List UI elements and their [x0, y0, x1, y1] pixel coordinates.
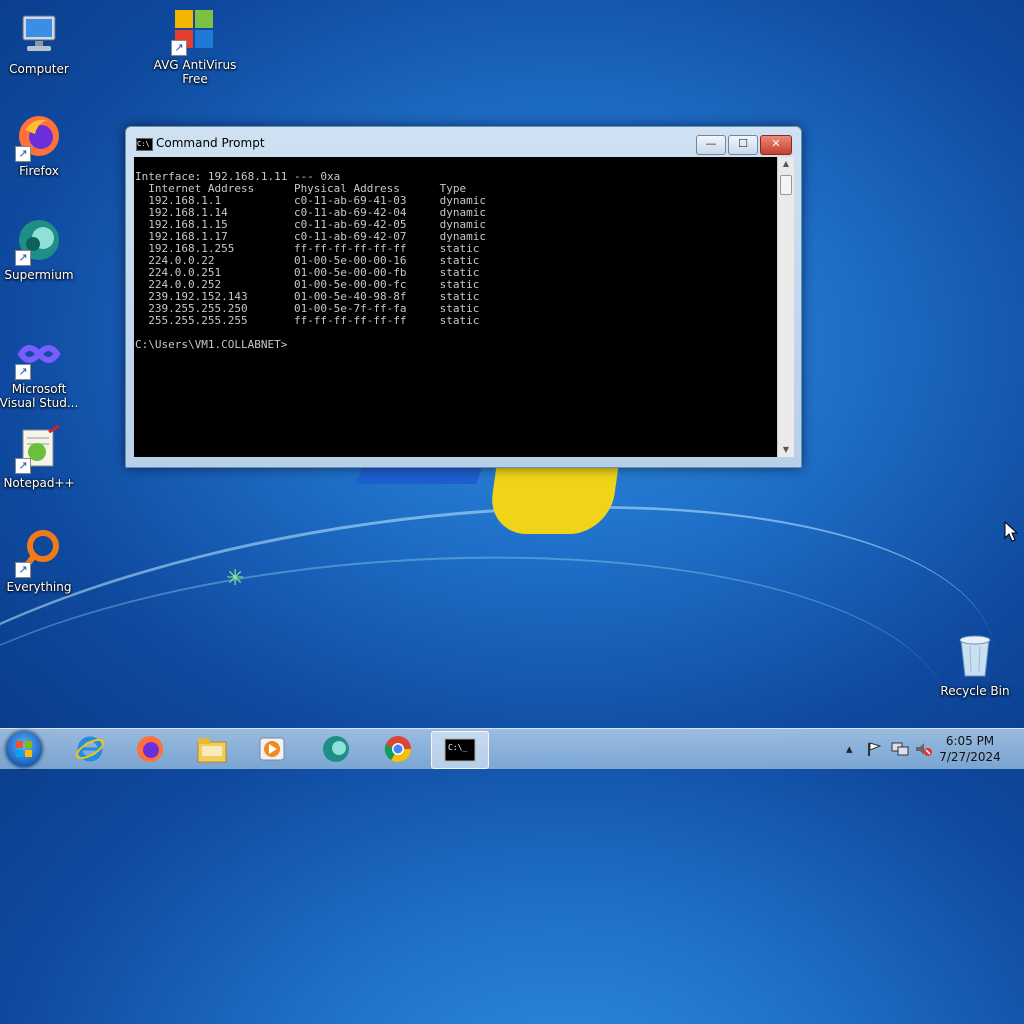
- chevron-up-icon: ▴: [846, 741, 853, 757]
- shortcut-arrow-icon: ↗: [15, 458, 31, 474]
- shortcut-arrow-icon: ↗: [171, 40, 187, 56]
- start-button[interactable]: [6, 731, 42, 767]
- minimize-button[interactable]: —: [696, 135, 726, 155]
- taskbar-media-player[interactable]: [244, 731, 300, 767]
- computer-icon: [15, 10, 63, 58]
- desktop-icon-computer[interactable]: Computer: [0, 10, 81, 76]
- shortcut-arrow-icon: ↗: [15, 250, 31, 266]
- scroll-down-arrow-icon[interactable]: ▼: [778, 443, 794, 457]
- taskbar-file-explorer[interactable]: [184, 731, 240, 767]
- close-button[interactable]: ✕: [760, 135, 792, 155]
- internet-explorer-icon: [75, 736, 105, 762]
- scroll-thumb[interactable]: [780, 175, 792, 195]
- network-icon[interactable]: [891, 729, 909, 769]
- window-titlebar[interactable]: C:\ Command Prompt — ☐ ✕: [126, 127, 801, 157]
- recycle-bin-icon: [951, 632, 999, 680]
- system-clock[interactable]: 6:05 PM 7/27/2024: [930, 733, 1010, 765]
- desktop-icon-label: Microsoft Visual Stud...: [0, 382, 79, 410]
- firefox-icon: [137, 736, 163, 762]
- supermium-icon: ↗: [15, 216, 63, 266]
- taskbar: C:\_ ▴ 6:05 PM 7/27/2024: [0, 728, 1024, 769]
- desktop-icon-label: Computer: [9, 62, 69, 76]
- cmd-icon: C:\: [136, 138, 153, 151]
- desktop-icon-label: AVG AntiVirus Free: [153, 58, 237, 86]
- mouse-cursor-icon: [1004, 521, 1018, 542]
- desktop-icon-visual-studio[interactable]: ↗ Microsoft Visual Stud...: [0, 330, 81, 410]
- chrome-icon: [384, 736, 412, 763]
- media-player-icon: [259, 737, 285, 761]
- wallpaper-leaf: ✳: [226, 566, 245, 591]
- firefox-icon: ↗: [15, 112, 63, 162]
- notepadpp-icon: ↗: [15, 424, 63, 474]
- console-output[interactable]: Interface: 192.168.1.11 --- 0xa Internet…: [134, 157, 777, 457]
- windows-logo-icon: [16, 741, 32, 757]
- desktop-icon-recycle-bin[interactable]: Recycle Bin: [933, 632, 1017, 698]
- window-title: Command Prompt: [156, 136, 265, 150]
- taskbar-internet-explorer[interactable]: [62, 731, 118, 767]
- desktop-icon-avg[interactable]: ↗ AVG AntiVirus Free: [153, 6, 237, 86]
- supermium-icon: [323, 736, 349, 762]
- clock-time: 6:05 PM: [945, 734, 995, 748]
- desktop-icon-everything[interactable]: ↗ Everything: [0, 528, 81, 594]
- everything-search-icon: ↗: [15, 528, 63, 578]
- taskbar-supermium[interactable]: [308, 731, 364, 767]
- desktop-icon-label: Notepad++: [3, 476, 75, 490]
- taskbar-command-prompt[interactable]: C:\_: [431, 731, 489, 769]
- desktop-icon-firefox[interactable]: ↗ Firefox: [0, 112, 81, 178]
- show-hidden-icons-button[interactable]: ▴: [846, 729, 853, 769]
- vertical-scrollbar[interactable]: ▲ ▼: [777, 157, 794, 457]
- command-prompt-icon: C:\_: [444, 738, 476, 762]
- taskbar-chrome[interactable]: [370, 731, 426, 767]
- desktop-icon-label: Recycle Bin: [940, 684, 1010, 698]
- desktop-icon-notepadpp[interactable]: ↗ Notepad++: [0, 424, 81, 490]
- clock-date: 7/27/2024: [939, 750, 1001, 764]
- visual-studio-icon: ↗: [15, 330, 63, 380]
- avg-antivirus-icon: ↗: [171, 6, 219, 56]
- shortcut-arrow-icon: ↗: [15, 562, 31, 578]
- shortcut-arrow-icon: ↗: [15, 146, 31, 162]
- svg-text:C:\_: C:\_: [448, 743, 467, 752]
- desktop-icon-label: Supermium: [4, 268, 74, 282]
- console-text: Interface: 192.168.1.11 --- 0xa Internet…: [135, 170, 486, 351]
- desktop-icon-supermium[interactable]: ↗ Supermium: [0, 216, 81, 282]
- action-center-icon[interactable]: [866, 729, 882, 769]
- desktop-icon-label: Firefox: [19, 164, 59, 178]
- maximize-button[interactable]: ☐: [728, 135, 758, 155]
- shortcut-arrow-icon: ↗: [15, 364, 31, 380]
- taskbar-firefox[interactable]: [122, 731, 178, 767]
- command-prompt-window[interactable]: C:\ Command Prompt — ☐ ✕ Interface: 192.…: [125, 126, 802, 468]
- desktop-icon-label: Everything: [6, 580, 72, 594]
- folder-icon: [197, 738, 227, 763]
- scroll-up-arrow-icon[interactable]: ▲: [778, 157, 794, 171]
